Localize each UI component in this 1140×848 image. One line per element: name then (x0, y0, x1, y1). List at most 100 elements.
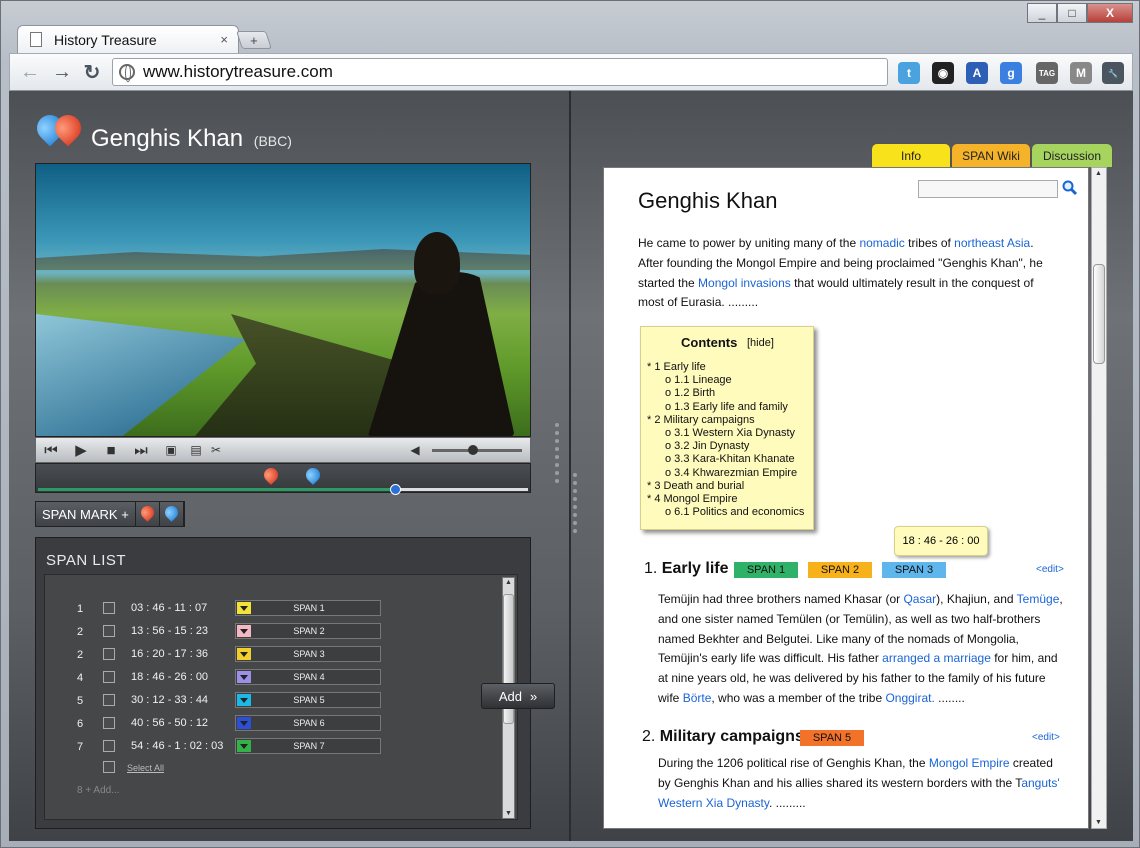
select-all-link[interactable]: Select All (127, 763, 164, 773)
span-badge[interactable]: SPAN 2 (808, 562, 872, 578)
toc-item[interactable]: o 1.1 Lineage (665, 374, 732, 386)
browser-tab[interactable]: History Treasure × (17, 25, 239, 53)
stop-icon[interactable]: ■ (96, 438, 126, 462)
wiki-link[interactable]: nomadic (859, 236, 904, 250)
toc-item[interactable]: * 1 Early life (647, 361, 706, 373)
scroll-up-arrow-icon[interactable]: ▲ (505, 579, 512, 586)
toc-item[interactable]: * 2 Military campaigns (647, 414, 755, 426)
wiki-link[interactable]: Mongol Empire (929, 756, 1010, 770)
span-color-dropdown[interactable]: SPAN 7 (235, 738, 381, 754)
blue-pin-button[interactable] (159, 502, 184, 526)
wiki-link[interactable]: Mongol invasions (698, 276, 791, 290)
toc-item[interactable]: o 3.4 Khwarezmian Empire (665, 467, 797, 479)
span-badge[interactable]: SPAN 1 (734, 562, 798, 578)
toc-item[interactable]: * 4 Mongol Empire (647, 493, 738, 505)
maximize-button[interactable]: □ (1057, 3, 1087, 23)
edit-link-military[interactable]: <edit> (1032, 732, 1060, 743)
span-color-dropdown[interactable]: SPAN 3 (235, 646, 381, 662)
search-icon[interactable] (1062, 180, 1078, 196)
span-list-row[interactable]: 2 13 : 56 - 15 : 23 SPAN 2 (45, 622, 465, 642)
toc-item[interactable]: o 3.2 Jin Dynasty (665, 440, 749, 452)
seek-bar[interactable] (38, 484, 528, 495)
google-icon[interactable]: g (1000, 62, 1022, 84)
close-window-button[interactable]: X (1087, 3, 1133, 23)
color-wheel-icon[interactable]: ◉ (932, 62, 954, 84)
span-badge[interactable]: SPAN 3 (882, 562, 946, 578)
span-badge[interactable]: SPAN 5 (800, 730, 864, 746)
volume-knob[interactable] (467, 445, 478, 455)
address-bar[interactable]: www.historytreasure.com (112, 58, 888, 86)
span-timeline[interactable] (35, 463, 531, 495)
tab-discussion[interactable]: Discussion (1031, 143, 1113, 167)
wiki-link[interactable]: Börte (683, 691, 712, 705)
span-row-checkbox[interactable] (103, 717, 115, 729)
back-arrow-icon[interactable]: ← (18, 60, 42, 84)
span-color-dropdown[interactable]: SPAN 6 (235, 715, 381, 731)
toc-item[interactable]: * 3 Death and burial (647, 480, 744, 492)
span-row-checkbox[interactable] (103, 671, 115, 683)
wiki-search-input[interactable] (918, 180, 1058, 198)
span-list-row[interactable]: 5 30 : 12 - 33 : 44 SPAN 5 (45, 691, 465, 711)
play-icon[interactable]: ▶ (66, 438, 96, 462)
span-mark-button[interactable]: SPAN MARK + (36, 502, 136, 526)
splitter-grip-icon[interactable] (553, 421, 567, 483)
tab-close-icon[interactable]: × (220, 32, 228, 47)
scissors-icon[interactable]: ✂ (206, 438, 226, 462)
add-span-row[interactable]: 8 + Add... (77, 785, 120, 796)
add-button[interactable]: Add » (481, 683, 555, 709)
new-tab-button[interactable]: + (236, 31, 272, 49)
wiki-link[interactable]: Onggirat. (885, 691, 934, 705)
splitter-grip-icon-lower[interactable] (571, 471, 585, 533)
seek-knob[interactable] (389, 484, 401, 495)
twitter-icon[interactable]: t (898, 62, 920, 84)
volume-slider[interactable] (432, 445, 522, 455)
tag-icon[interactable]: TAG (1036, 62, 1058, 84)
edit-link-early-life[interactable]: <edit> (1036, 564, 1064, 575)
wiki-link[interactable]: Western Xia Dynasty (658, 796, 769, 810)
span-row-checkbox[interactable] (103, 602, 115, 614)
reload-icon[interactable]: ↻ (80, 60, 104, 84)
wiki-link[interactable]: arranged a marriage (882, 651, 991, 665)
wiki-scrollbar[interactable]: ▲ ▼ (1091, 167, 1107, 829)
forward-arrow-icon[interactable]: → (50, 60, 74, 84)
wiki-link[interactable]: anguts' (1021, 776, 1059, 790)
span-color-dropdown[interactable]: SPAN 5 (235, 692, 381, 708)
scroll-down-arrow-icon[interactable]: ▼ (505, 810, 512, 817)
contents-hide-link[interactable]: [hide] (747, 337, 774, 349)
skip-forward-icon[interactable]: ⏭ (126, 438, 156, 462)
translate-icon[interactable]: A (966, 62, 988, 84)
scroll-up-arrow-icon[interactable]: ▲ (1095, 170, 1102, 177)
span-row-checkbox[interactable] (103, 625, 115, 637)
span-list-row[interactable]: 7 54 : 46 - 1 : 02 : 03 SPAN 7 (45, 737, 465, 757)
span-row-checkbox[interactable] (103, 694, 115, 706)
toc-item[interactable]: o 3.3 Kara-Khitan Khanate (665, 453, 795, 465)
span-row-checkbox[interactable] (103, 740, 115, 752)
timeline-red-pin-icon[interactable] (261, 465, 281, 485)
wiki-link[interactable]: Qasar (903, 592, 936, 606)
scroll-down-arrow-icon[interactable]: ▼ (1095, 819, 1102, 826)
video-player[interactable] (35, 163, 531, 437)
toc-item[interactable]: o 3.1 Western Xia Dynasty (665, 427, 795, 439)
toc-item[interactable]: o 1.3 Early life and family (665, 401, 788, 413)
span-list-row[interactable]: 4 18 : 46 - 26 : 00 SPAN 4 (45, 668, 465, 688)
speaker-icon[interactable]: ◀ (400, 438, 430, 462)
skip-back-icon[interactable]: ⏮ (36, 438, 66, 462)
tab-span-wiki[interactable]: SPAN Wiki (951, 143, 1031, 167)
mail-icon[interactable]: M (1070, 62, 1092, 84)
wiki-link[interactable]: Temüge (1017, 592, 1060, 606)
minimize-button[interactable]: _ (1027, 3, 1057, 23)
span-color-dropdown[interactable]: SPAN 4 (235, 669, 381, 685)
bookmark-icon[interactable]: ▤ (186, 438, 206, 462)
span-list-row[interactable]: 2 16 : 20 - 17 : 36 SPAN 3 (45, 645, 465, 665)
span-row-checkbox[interactable] (103, 648, 115, 660)
red-pin-button[interactable] (135, 502, 160, 526)
span-list-row[interactable]: 6 40 : 56 - 50 : 12 SPAN 6 (45, 714, 465, 734)
span-color-dropdown[interactable]: SPAN 1 (235, 600, 381, 616)
wrench-icon[interactable]: 🔧 (1102, 62, 1124, 84)
wiki-link[interactable]: northeast Asia (954, 236, 1030, 250)
span-list-row[interactable]: 1 03 : 46 - 11 : 07 SPAN 1 (45, 599, 465, 619)
toc-item[interactable]: o 6.1 Politics and economics (665, 506, 804, 518)
timeline-blue-pin-icon[interactable] (303, 465, 323, 485)
wiki-scroll-thumb[interactable] (1093, 264, 1105, 364)
span-color-dropdown[interactable]: SPAN 2 (235, 623, 381, 639)
